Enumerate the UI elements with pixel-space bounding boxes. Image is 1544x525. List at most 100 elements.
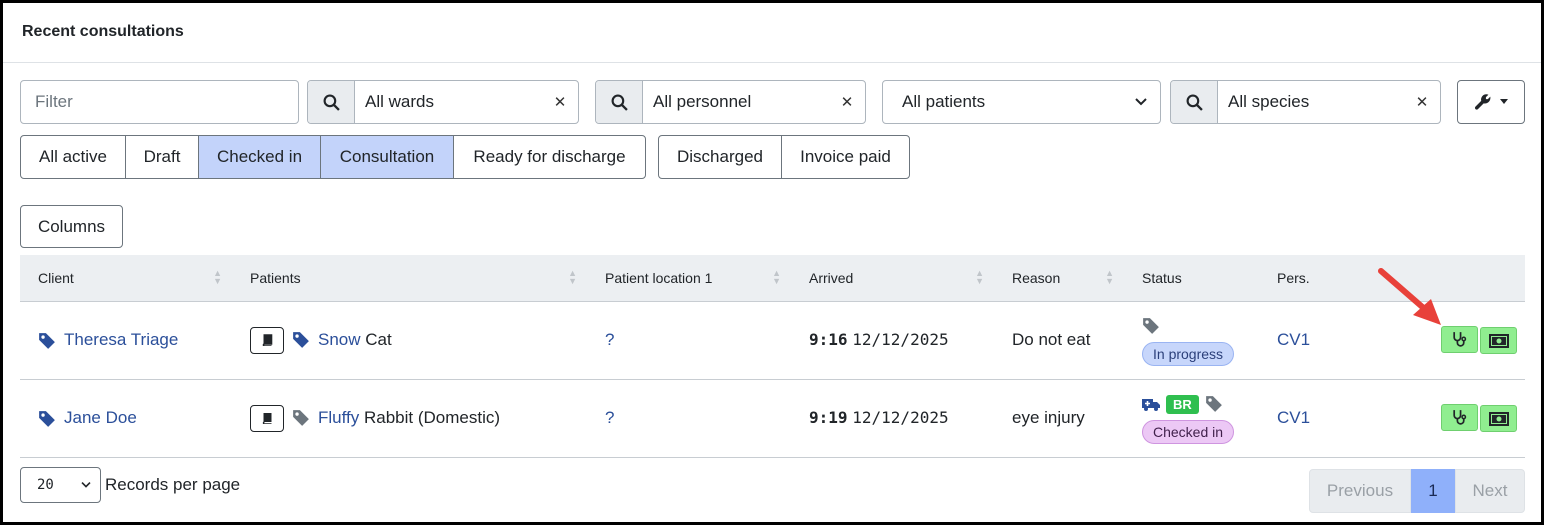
pers-link[interactable]: CV1 xyxy=(1277,408,1310,427)
tab-draft[interactable]: Draft xyxy=(125,135,199,179)
patients-value: All patients xyxy=(902,92,986,111)
columns-button[interactable]: Columns xyxy=(20,205,123,248)
arrived-date: 12/12/2025 xyxy=(852,330,949,349)
sort-icon: ▲ ▼ xyxy=(772,268,781,286)
species-select[interactable]: All species ✕ xyxy=(1170,80,1441,124)
tab-all-active[interactable]: All active xyxy=(20,135,126,179)
status-badge: Checked in xyxy=(1142,420,1235,444)
money-icon xyxy=(1488,411,1509,426)
stethoscope-icon xyxy=(1453,409,1467,425)
filter-input[interactable] xyxy=(20,80,299,124)
personnel-select[interactable]: All personnel ✕ xyxy=(595,80,866,124)
chevron-down-icon xyxy=(81,482,91,488)
ambulance-icon xyxy=(1142,399,1160,411)
search-icon xyxy=(1171,81,1218,123)
pers-link[interactable]: CV1 xyxy=(1277,330,1310,349)
location-cell: ? xyxy=(587,301,791,380)
tag-icon xyxy=(293,332,309,348)
sort-icon: ▲ ▼ xyxy=(213,268,222,286)
money-icon xyxy=(1488,333,1509,348)
arrived-time: 9:16 xyxy=(809,330,848,349)
client-link[interactable]: Jane Doe xyxy=(64,408,137,427)
column-header-location[interactable]: Patient location 1 ▲ ▼ xyxy=(587,255,791,302)
table-header-row: Client ▲ ▼ Patients ▲ ▼ Patient location 1 ▲ ▼… xyxy=(20,255,1525,302)
status-tab-group-closed: Discharged Invoice paid xyxy=(658,135,910,179)
status-code-badge: BR xyxy=(1166,394,1199,414)
tag-icon xyxy=(1205,396,1222,412)
status-tab-group-active: All active Draft Checked in Consultation… xyxy=(20,135,646,179)
client-cell: Theresa Triage xyxy=(20,301,232,380)
tag-icon xyxy=(293,410,309,426)
patient-cell: Fluffy Rabbit (Domestic) xyxy=(232,379,587,458)
pers-cell: CV1 xyxy=(1259,379,1375,458)
invoice-button[interactable] xyxy=(1480,327,1517,355)
records-per-page-label: Records per page xyxy=(105,475,241,494)
reason-cell: Do not eat xyxy=(994,301,1124,380)
sort-icon: ▲ ▼ xyxy=(975,268,984,286)
tag-icon xyxy=(39,332,55,349)
arrived-date: 12/12/2025 xyxy=(852,408,949,427)
search-icon xyxy=(596,81,643,123)
sort-icon: ▲ ▼ xyxy=(1105,268,1114,286)
filter-row: All wards ✕ All personnel ✕ All patients… xyxy=(20,80,1541,124)
book-icon[interactable] xyxy=(250,326,284,354)
patient-species: Rabbit (Domestic) xyxy=(364,407,501,427)
consultations-card: Recent consultations All wards ✕ All per… xyxy=(3,3,1541,522)
card-title: Recent consultations xyxy=(3,3,1541,63)
arrived-time: 9:19 xyxy=(809,408,848,427)
close-icon[interactable]: ✕ xyxy=(542,81,578,123)
close-icon[interactable]: ✕ xyxy=(1404,81,1440,123)
invoice-button[interactable] xyxy=(1480,405,1517,433)
tab-ready-for-discharge[interactable]: Ready for discharge xyxy=(453,135,646,179)
tab-discharged[interactable]: Discharged xyxy=(658,135,782,179)
tab-consultation[interactable]: Consultation xyxy=(320,135,454,179)
client-cell: Jane Doe xyxy=(20,379,232,458)
column-header-reason[interactable]: Reason ▲ ▼ xyxy=(994,255,1124,302)
patient-cell: Snow Cat xyxy=(232,301,587,380)
caret-down-icon xyxy=(1500,99,1508,104)
pers-cell: CV1 xyxy=(1259,301,1375,380)
consultations-table: Client ▲ ▼ Patients ▲ ▼ Patient location 1 ▲ ▼… xyxy=(20,255,1525,458)
tag-icon xyxy=(1143,318,1159,334)
close-icon[interactable]: ✕ xyxy=(829,81,865,123)
wards-value: All wards xyxy=(365,92,434,111)
column-header-client[interactable]: Client ▲ ▼ xyxy=(20,255,232,302)
column-header-arrived[interactable]: Arrived ▲ ▼ xyxy=(791,255,994,302)
column-header-patients[interactable]: Patients ▲ ▼ xyxy=(232,255,587,302)
tools-dropdown-button[interactable] xyxy=(1457,80,1525,124)
patients-select[interactable]: All patients xyxy=(882,80,1161,124)
status-cell: In progress xyxy=(1124,301,1259,380)
patient-link[interactable]: Fluffy xyxy=(318,407,359,426)
search-icon xyxy=(308,81,355,123)
actions-cell xyxy=(1375,379,1525,458)
tab-invoice-paid[interactable]: Invoice paid xyxy=(781,135,910,179)
book-icon[interactable] xyxy=(250,404,284,432)
pagination-page-1[interactable]: 1 xyxy=(1411,469,1455,513)
reason-cell: eye injury xyxy=(994,379,1124,458)
pagination-previous[interactable]: Previous xyxy=(1309,469,1411,513)
location-link[interactable]: ? xyxy=(605,408,614,427)
pagination-next[interactable]: Next xyxy=(1455,469,1525,513)
status-badge: In progress xyxy=(1142,342,1235,366)
personnel-value: All personnel xyxy=(653,92,752,111)
patient-link[interactable]: Snow xyxy=(318,329,361,348)
records-per-page-select[interactable]: 20 xyxy=(20,467,101,503)
annotation-arrow-icon xyxy=(1378,268,1441,325)
tab-checked-in[interactable]: Checked in xyxy=(198,135,321,179)
tag-icon xyxy=(39,410,55,427)
chevron-down-icon xyxy=(1135,98,1147,106)
location-cell: ? xyxy=(587,379,791,458)
client-link[interactable]: Theresa Triage xyxy=(64,330,178,349)
sort-icon: ▲ ▼ xyxy=(568,268,577,286)
consultation-button[interactable] xyxy=(1441,403,1478,431)
table-row: Jane Doe Fluffy Rabbit (Domestic) ? 9:19… xyxy=(20,379,1525,458)
patient-species: Cat xyxy=(365,329,392,349)
column-header-status: Status xyxy=(1124,255,1259,302)
wards-select[interactable]: All wards ✕ xyxy=(307,80,579,124)
arrived-cell: 9:19 12/12/2025 xyxy=(791,379,994,458)
species-value: All species xyxy=(1228,92,1310,111)
records-per-page-value: 20 xyxy=(37,477,54,493)
wrench-icon xyxy=(1474,94,1491,110)
location-link[interactable]: ? xyxy=(605,330,614,349)
column-header-pers: Pers. xyxy=(1259,255,1375,302)
